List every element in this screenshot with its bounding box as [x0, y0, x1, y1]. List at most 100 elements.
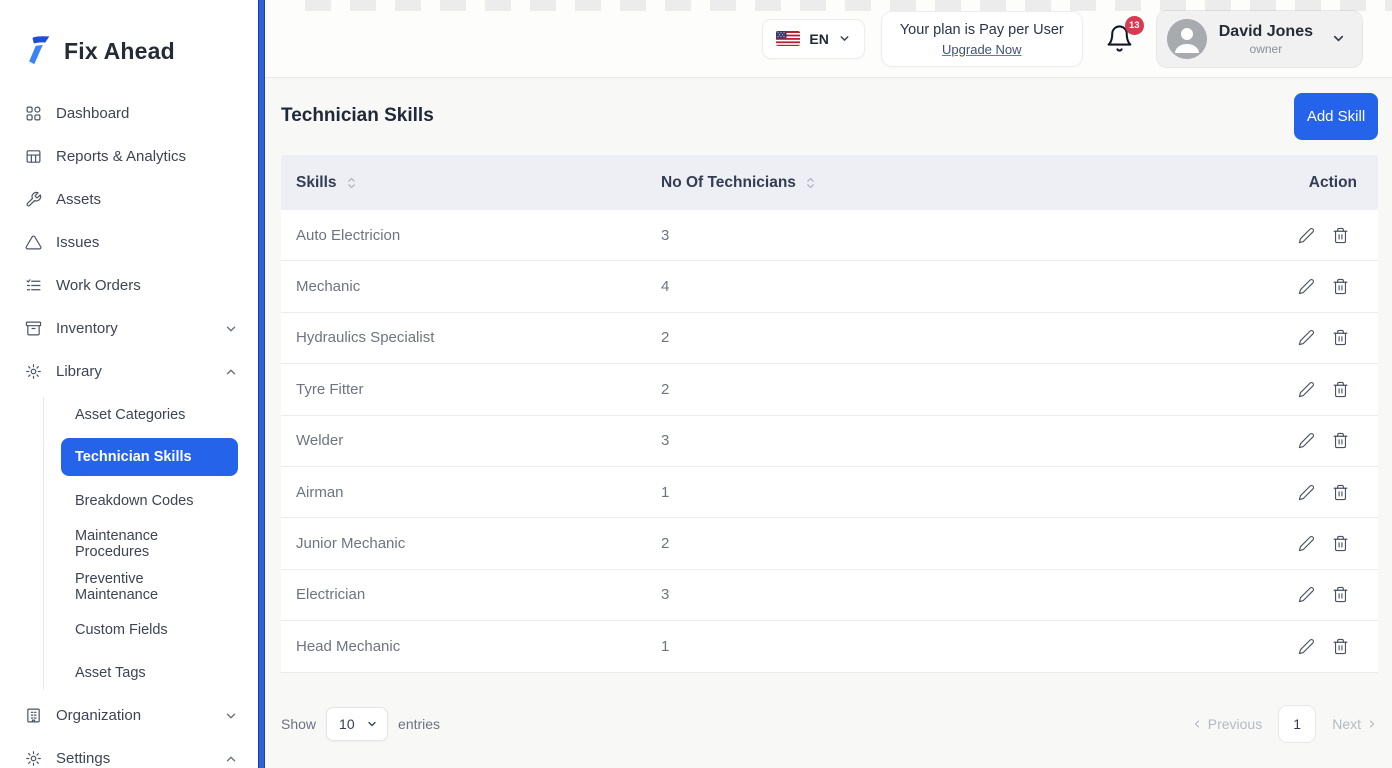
technician-count: 3 [661, 227, 1258, 244]
sidebar-main-items: Dashboard Reports & Analytics Assets [0, 92, 258, 393]
add-skill-button[interactable]: Add Skill [1294, 93, 1378, 140]
column-header-technicians[interactable]: No Of Technicians [661, 174, 1258, 192]
table-row: Airman 1 [281, 467, 1378, 518]
pencil-icon [1298, 638, 1315, 655]
sidebar-item-label: Issues [56, 234, 224, 251]
table-row: Head Mechanic 1 [281, 621, 1378, 672]
brand: Fix Ahead [0, 0, 258, 72]
sidebar-item[interactable]: Library [0, 350, 258, 393]
sidebar-item[interactable]: Assets [0, 178, 258, 221]
avatar [1167, 19, 1207, 59]
previous-page-button[interactable]: Previous [1191, 716, 1262, 732]
delete-button[interactable] [1330, 327, 1351, 348]
technician-count: 2 [661, 535, 1258, 552]
sidebar-item[interactable]: Work Orders [0, 264, 258, 307]
trash-icon [1332, 638, 1349, 655]
delete-button[interactable] [1330, 225, 1351, 246]
table-row: Junior Mechanic 2 [281, 518, 1378, 569]
sidebar-item-label: Organization [56, 707, 224, 724]
app-root: Fix Ahead Dashboard Reports & Analytics [0, 0, 1392, 768]
technician-count: 1 [661, 638, 1258, 655]
submenu-item-label: Technician Skills [75, 449, 192, 465]
edit-button[interactable] [1296, 225, 1317, 246]
submenu-item[interactable]: Breakdown Codes [61, 479, 238, 522]
trash-icon [1332, 484, 1349, 501]
skill-name: Auto Electricion [281, 227, 661, 244]
skill-name: Welder [281, 432, 661, 449]
pagination: Previous 1 Next [1191, 705, 1378, 743]
submenu-item[interactable]: Technician Skills [61, 438, 238, 476]
organization-icon [25, 707, 43, 725]
sidebar-item[interactable]: Issues [0, 221, 258, 264]
skill-name: Hydraulics Specialist [281, 329, 661, 346]
sidebar-item[interactable]: Dashboard [0, 92, 258, 135]
notifications-button[interactable]: 13 [1105, 24, 1134, 53]
language-selector[interactable]: EN [762, 19, 864, 59]
edit-button[interactable] [1296, 379, 1317, 400]
sort-icon[interactable] [347, 176, 356, 190]
trash-icon [1332, 432, 1349, 449]
edit-button[interactable] [1296, 327, 1317, 348]
edit-button[interactable] [1296, 276, 1317, 297]
sidebar-item[interactable]: Reports & Analytics [0, 135, 258, 178]
sidebar: Fix Ahead Dashboard Reports & Analytics [0, 0, 258, 768]
edit-button[interactable] [1296, 482, 1317, 503]
issues-icon [25, 234, 43, 252]
chevron-right-icon [1366, 718, 1378, 730]
edit-button[interactable] [1296, 584, 1317, 605]
sidebar-item[interactable]: Settings [0, 737, 258, 768]
entries-label: entries [398, 716, 440, 732]
delete-button[interactable] [1330, 276, 1351, 297]
submenu-item[interactable]: Maintenance Procedures [61, 522, 238, 565]
column-header-skills[interactable]: Skills [281, 174, 661, 192]
delete-button[interactable] [1330, 430, 1351, 451]
sidebar-item[interactable]: Inventory [0, 307, 258, 350]
submenu-item-label: Custom Fields [75, 622, 168, 638]
sidebar-item-label: Inventory [56, 320, 224, 337]
topbar: EN Your plan is Pay per User Upgrade Now… [265, 0, 1392, 78]
next-page-button[interactable]: Next [1332, 716, 1378, 732]
chevron-down-icon [838, 32, 851, 45]
main-column: EN Your plan is Pay per User Upgrade Now… [265, 0, 1392, 768]
notification-count-badge: 13 [1125, 16, 1144, 35]
submenu-item[interactable]: Asset Tags [61, 651, 238, 694]
chevron-down-icon [366, 718, 378, 730]
delete-button[interactable] [1330, 636, 1351, 657]
edit-button[interactable] [1296, 636, 1317, 657]
edit-button[interactable] [1296, 533, 1317, 554]
dashboard-icon [25, 105, 43, 123]
upgrade-now-link[interactable]: Upgrade Now [942, 42, 1022, 57]
work-orders-icon [25, 277, 43, 295]
sidebar-accent-stripe [258, 0, 265, 768]
pencil-icon [1298, 586, 1315, 603]
delete-button[interactable] [1330, 533, 1351, 554]
fix-ahead-logo-icon [24, 34, 54, 68]
sidebar-item[interactable]: Organization [0, 694, 258, 737]
skill-name: Head Mechanic [281, 638, 661, 655]
submenu-item[interactable]: Preventive Maintenance [61, 565, 238, 608]
technician-count: 3 [661, 586, 1258, 603]
page-size-select[interactable]: 10 [326, 707, 388, 741]
submenu-item[interactable]: Custom Fields [61, 608, 238, 651]
chevron-left-icon [1191, 718, 1203, 730]
user-menu[interactable]: David Jones owner [1156, 10, 1363, 68]
chevron-up-icon [224, 752, 238, 766]
skill-name: Airman [281, 484, 661, 501]
table-body: Auto Electricion 3 [281, 210, 1378, 673]
sort-icon[interactable] [806, 176, 815, 190]
table-row: Welder 3 [281, 416, 1378, 467]
submenu-item[interactable]: Asset Categories [61, 393, 238, 436]
delete-button[interactable] [1330, 584, 1351, 605]
sidebar-item-label: Dashboard [56, 105, 224, 122]
delete-button[interactable] [1330, 482, 1351, 503]
settings-icon [25, 750, 43, 768]
edit-button[interactable] [1296, 430, 1317, 451]
chevron-down-icon [1331, 31, 1346, 46]
skills-table: Skills No Of Technicians Action [281, 155, 1378, 673]
submenu-item-label: Asset Tags [75, 665, 146, 681]
trash-icon [1332, 278, 1349, 295]
library-icon [25, 363, 43, 381]
brand-name: Fix Ahead [64, 38, 175, 65]
current-page-button[interactable]: 1 [1278, 705, 1316, 743]
delete-button[interactable] [1330, 379, 1351, 400]
